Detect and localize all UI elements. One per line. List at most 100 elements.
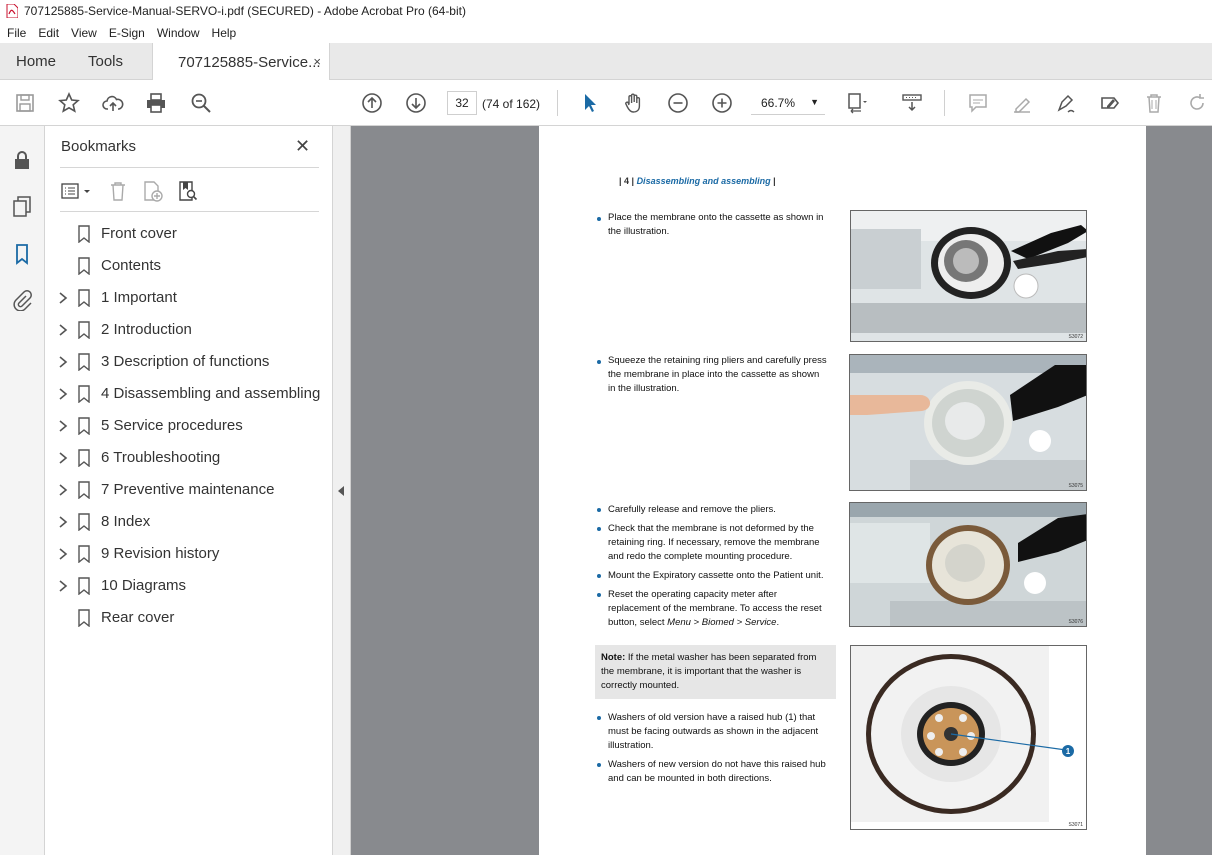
callout-number: 1 [1066,747,1071,756]
chevron-right-icon[interactable] [57,451,69,465]
chevron-right-icon[interactable] [57,547,69,561]
bookmark-item[interactable]: 6 Troubleshooting [45,442,333,474]
bookmark-label: Front cover [101,225,177,242]
hand-tool-icon[interactable] [621,90,647,116]
menu-window[interactable]: Window [157,26,200,40]
chevron-right-icon[interactable] [57,515,69,529]
chevron-right-icon[interactable] [57,355,69,369]
page-header: | 4 | Disassembling and assembling | [619,176,776,186]
chevron-right-icon[interactable] [57,419,69,433]
toolbar: 32 (74 of 162) 66.7% ▼ [0,80,1212,126]
bookmark-item[interactable]: 1 Important [45,282,333,314]
find-bookmark-icon[interactable] [177,180,199,202]
zoom-out-icon[interactable] [665,90,691,116]
bookmarks-title: Bookmarks [61,138,137,155]
tab-document[interactable]: 707125885-Service... × [152,43,330,81]
bookmark-icon [78,353,90,372]
text-line: the membrane, it is important that the w… [601,666,802,677]
collapse-arrow-icon[interactable] [338,486,344,496]
zoom-in-icon[interactable] [709,90,735,116]
bookmark-panel-icon[interactable] [10,242,34,266]
bookmark-item[interactable]: Rear cover [45,602,333,634]
chevron-right-icon[interactable] [57,387,69,401]
new-bookmark-icon[interactable] [142,180,164,202]
bookmark-item[interactable]: 5 Service procedures [45,410,333,442]
lock-icon[interactable] [10,148,34,172]
chevron-right-icon[interactable] [57,323,69,337]
photo-released-pliers: S3076 [849,502,1087,627]
bookmark-icon [78,481,90,500]
text-line: and can be mounted in both directions. [608,773,772,784]
bookmark-item[interactable]: 2 Introduction [45,314,333,346]
bookmark-options-icon[interactable] [60,180,94,202]
bookmark-item[interactable]: 4 Disassembling and assembling [45,378,333,410]
attachment-paperclip-icon[interactable] [10,288,34,312]
bookmark-label: 4 Disassembling and assembling [101,385,321,402]
text-line: Washers of old version have a raised hub… [608,712,816,723]
close-icon[interactable]: ✕ [295,136,310,157]
bookmark-item[interactable]: 8 Index [45,506,333,538]
select-cursor-icon[interactable] [577,90,603,116]
bookmark-icon [78,385,90,404]
zoom-search-icon[interactable] [188,90,214,116]
chevron-right-icon[interactable] [57,483,69,497]
text-segment: . [776,617,780,628]
menu-edit[interactable]: Edit [38,26,59,40]
star-icon[interactable] [56,90,82,116]
photo-washer-hub: 1 S3071 [850,645,1087,830]
text-line: must be facing outwards as shown in the … [608,726,819,737]
rotate-icon[interactable] [1184,90,1210,116]
tab-close-icon[interactable]: × [313,54,321,69]
delete-trash-icon[interactable] [1141,90,1167,116]
bookmark-item[interactable]: 10 Diagrams [45,570,333,602]
upload-cloud-icon[interactable] [100,90,126,116]
page-count: (74 of 162) [482,97,541,111]
page-display-icon[interactable] [844,90,870,116]
bullet-marker [597,716,601,720]
bookmark-label: Contents [101,257,162,274]
bullet-marker [597,360,601,364]
chevron-right-icon[interactable] [57,579,69,593]
menu-bar: File Edit View E-Sign Window Help [0,22,1212,43]
chevron-right-icon[interactable] [57,291,69,305]
tab-tools[interactable]: Tools [88,43,123,80]
bookmark-item[interactable]: 9 Revision history [45,538,333,570]
bullet-marker [597,527,601,531]
menu-file[interactable]: File [7,26,26,40]
note-label: Note: [601,652,626,663]
text-line: Carefully release and remove the pliers. [608,504,776,515]
menu-help[interactable]: Help [212,26,237,40]
tab-document-label: 707125885-Service... [178,53,321,71]
previous-page-icon[interactable] [359,90,385,116]
tab-home[interactable]: Home [16,43,56,80]
page-thumbnails-icon[interactable] [10,194,34,218]
pdf-page: | 4 | Disassembling and assembling | Pla… [539,126,1146,855]
bookmark-item[interactable]: 7 Preventive maintenance [45,474,333,506]
text-line: correctly mounted. [601,680,680,691]
menu-esign[interactable]: E-Sign [109,26,145,40]
bookmark-icon [78,609,90,628]
bookmark-item[interactable]: 3 Description of functions [45,346,333,378]
highlight-pen-icon[interactable] [1009,90,1035,116]
window-title: 707125885-Service-Manual-SERVO-i.pdf (SE… [24,4,466,18]
delete-bookmark-icon[interactable] [107,180,129,202]
menu-view[interactable]: View [71,26,97,40]
bookmark-item[interactable]: Contents [45,250,333,282]
step-squeeze-pliers: Squeeze the retaining ring pliers and ca… [608,354,827,396]
bookmark-icon [78,577,90,596]
save-icon[interactable] [12,90,38,116]
step-mount-cassette: Mount the Expiratory cassette onto the P… [608,569,823,583]
bookmark-item[interactable]: Front cover [45,218,333,250]
bookmark-label: 10 Diagrams [101,577,187,594]
zoom-level-select[interactable]: 66.7% ▼ [751,91,825,115]
print-icon[interactable] [143,90,169,116]
page-number-input[interactable]: 32 [447,91,477,115]
edit-stamp-icon[interactable] [1097,90,1123,116]
panel-splitter[interactable] [333,126,351,855]
sign-pen-icon[interactable] [1053,90,1079,116]
bookmark-label: 3 Description of functions [101,353,270,370]
scroll-mode-icon[interactable] [899,90,925,116]
comment-icon[interactable] [965,90,991,116]
bookmark-icon [78,289,90,308]
next-page-icon[interactable] [403,90,429,116]
